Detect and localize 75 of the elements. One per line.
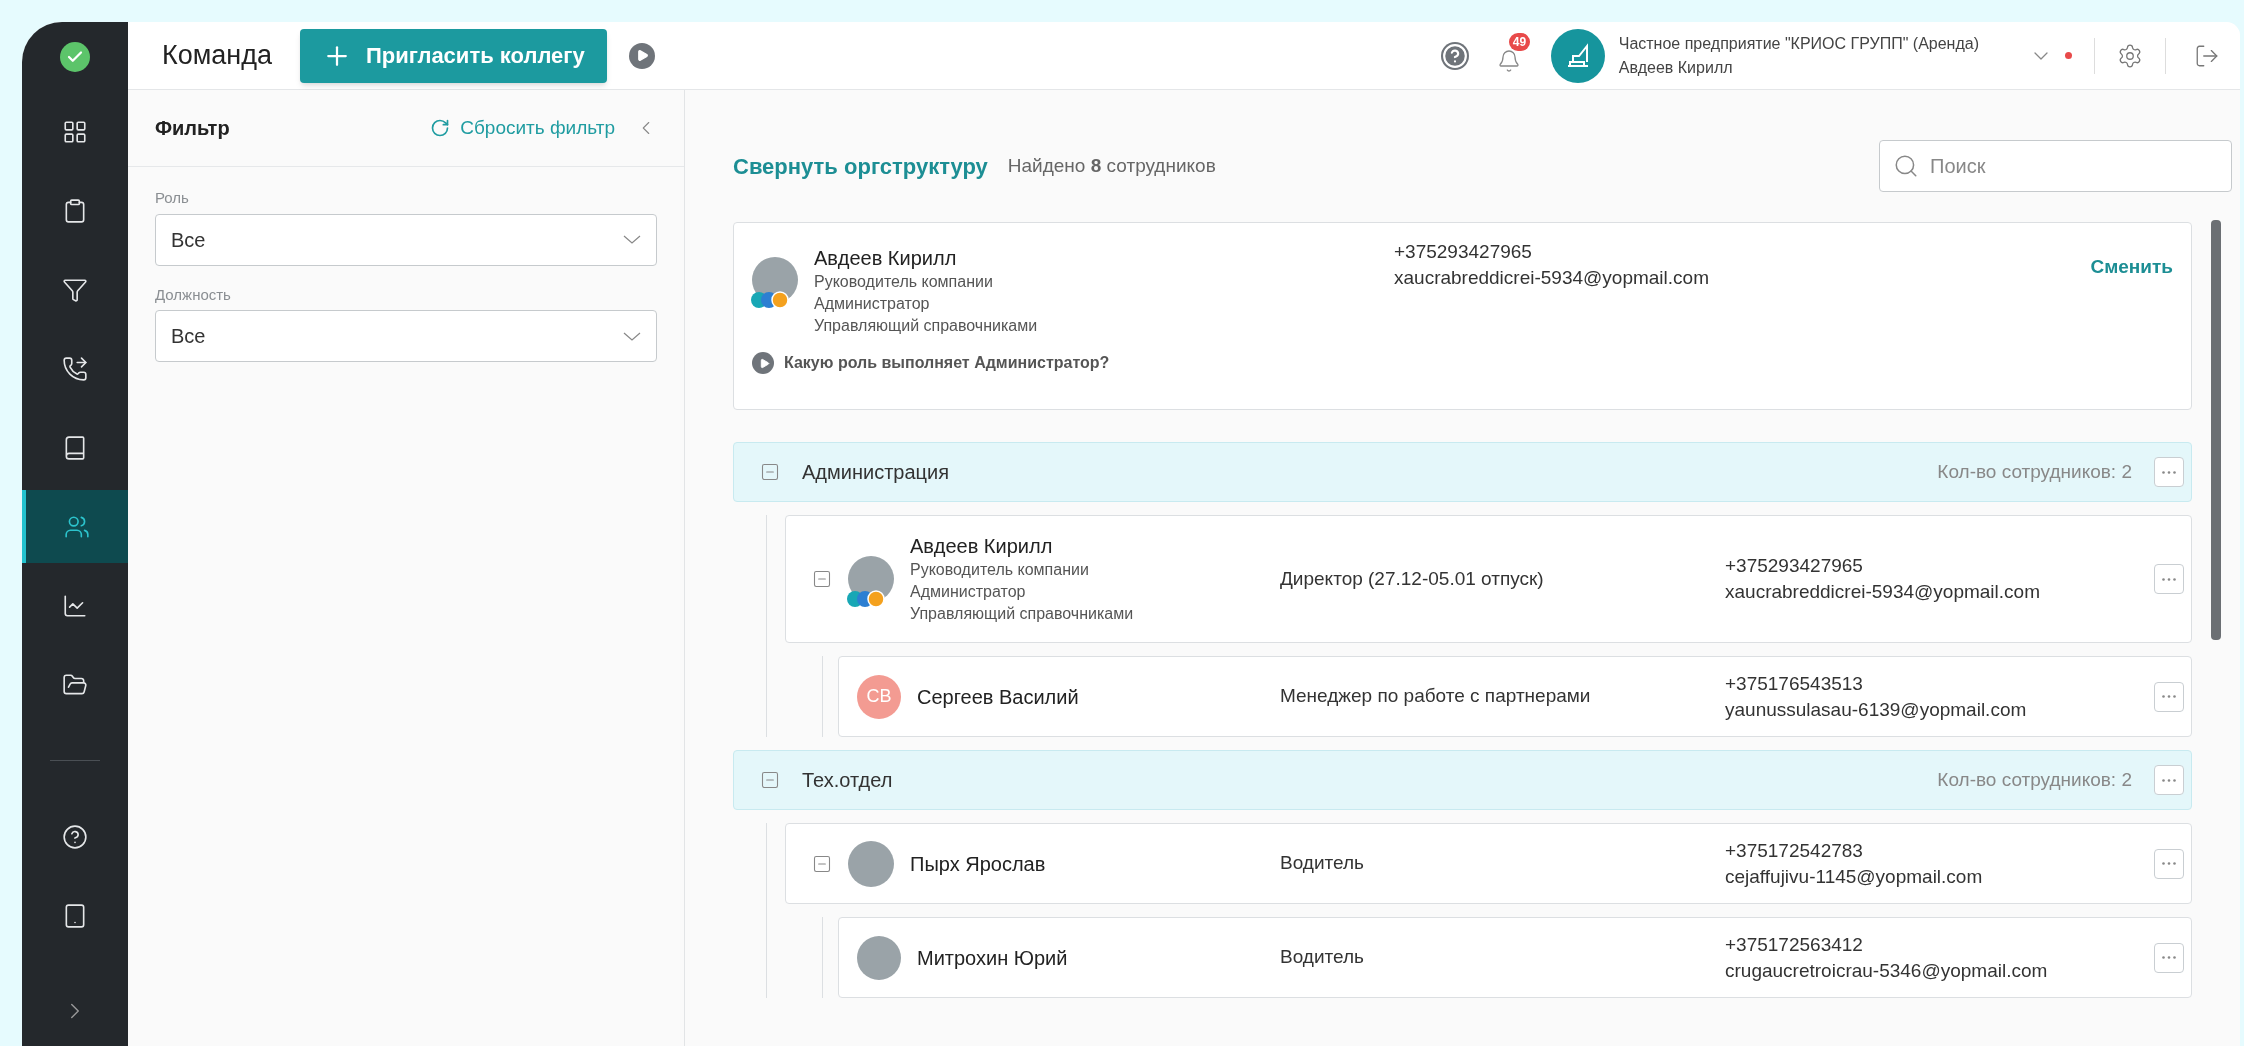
position-text: Директор (27.12-05.01 отпуск)	[1280, 566, 1545, 591]
help-icon	[62, 823, 88, 850]
play-icon[interactable]	[752, 352, 774, 374]
grid-icon	[62, 118, 88, 145]
bell-icon[interactable]	[1496, 48, 1521, 73]
avatar-placeholder	[848, 840, 894, 887]
avatar-placeholder	[857, 935, 901, 980]
collapse-icon[interactable]	[812, 853, 832, 874]
email-text: cejaffujivu-1145@yopmail.com	[1725, 864, 1984, 889]
search-field[interactable]: Поиск	[1879, 140, 2232, 192]
department-name: Администрация	[802, 460, 949, 485]
people-icon	[64, 513, 90, 540]
hint-link[interactable]: Какую роль выполняет Администратор?	[784, 351, 1110, 375]
invite-button[interactable]: Пригласить коллегу	[300, 28, 607, 83]
collapse-icon[interactable]	[760, 770, 780, 790]
logo-icon	[60, 42, 90, 72]
filter-title: Фильтр	[155, 116, 230, 141]
role-text: Руководитель компании	[910, 560, 1090, 580]
reset-filter-link[interactable]: Сбросить фильтр	[430, 113, 615, 143]
change-link[interactable]: Сменить	[2090, 253, 2173, 282]
reset-icon	[430, 118, 451, 138]
page-title: Команда	[162, 39, 272, 73]
settings-icon[interactable]	[2117, 42, 2143, 69]
funnel-icon	[62, 276, 88, 303]
company-name: Частное предприятие "КРИОС ГРУПП" (Аренда)	[1618, 33, 1979, 54]
collapse-icon[interactable]	[812, 569, 832, 589]
phone-text: +375176543513	[1725, 671, 1864, 696]
search-icon	[1893, 153, 1919, 179]
phone-text: +375293427965	[1394, 240, 1533, 264]
position-text: Водитель	[1280, 945, 1365, 970]
phone-text: +375293427965	[1725, 554, 1864, 578]
employee-name: Митрохин Юрий	[917, 945, 1068, 971]
phone-text: +375172542783	[1725, 838, 1864, 863]
field-label: Роль	[155, 188, 190, 208]
employee-count-text: Кол-во сотрудников: 2	[1937, 767, 2132, 792]
chevron-down-icon	[623, 331, 641, 341]
role-text: Руководитель компании	[814, 272, 994, 292]
collapse-structure-link[interactable]: Свернуть оргструктуру	[733, 149, 988, 183]
field-label: Должность	[155, 284, 232, 305]
position-text: Водитель	[1280, 851, 1365, 876]
position-text: Менеджер по работе с партнерами	[1280, 684, 1592, 709]
more-icon	[2162, 778, 2176, 782]
chevron-down-icon	[623, 235, 641, 244]
role-text: Администратор	[910, 582, 1027, 602]
employee-count-text: Кол-во сотрудников: 2	[1937, 459, 2132, 484]
collapse-icon[interactable]	[760, 462, 780, 482]
email-text: yaunussulasau-6139@yopmail.com	[1725, 697, 2028, 722]
more-icon	[2162, 470, 2176, 474]
role-text: Администратор	[814, 294, 931, 314]
employee-name: Пырх Ярослав	[910, 851, 1046, 877]
scrollbar-thumb[interactable]	[2211, 220, 2221, 640]
email-text: xaucrabreddicrei-5934@yopmail.com	[1725, 580, 2041, 604]
department-name: Тех.отдел	[802, 768, 893, 793]
found-count-text: Найдено 8 сотрудников	[1007, 153, 1216, 178]
more-icon	[2162, 862, 2176, 865]
help-icon[interactable]	[1440, 41, 1469, 70]
role-text: Управляющий справочниками	[814, 316, 1039, 336]
employee-name: Авдеев Кирилл	[910, 534, 1054, 559]
play-icon[interactable]	[628, 42, 655, 69]
role-text: Управляющий справочниками	[910, 604, 1134, 624]
phone-text: +375172563412	[1725, 932, 1864, 957]
more-icon	[2162, 695, 2176, 698]
user-name: Авдеев Кирилл	[1618, 57, 1734, 78]
select-field[interactable]: Все	[155, 310, 657, 362]
email-text: xaucrabreddicrei-5934@yopmail.com	[1394, 266, 1710, 290]
initials-avatar: СВ	[857, 674, 901, 719]
select-field[interactable]: Все	[155, 213, 657, 266]
sidebar-item[interactable]	[22, 490, 128, 563]
more-icon	[2162, 577, 2176, 581]
employee-name: Авдеев Кирилл	[814, 246, 958, 271]
email-text: crugaucretroicrau-5346@yopmail.com	[1725, 958, 2049, 983]
more-icon	[2162, 956, 2176, 959]
phone-icon	[62, 355, 88, 382]
employee-name: Сергеев Василий	[917, 684, 1079, 710]
notification-badge: 49	[1508, 32, 1531, 51]
